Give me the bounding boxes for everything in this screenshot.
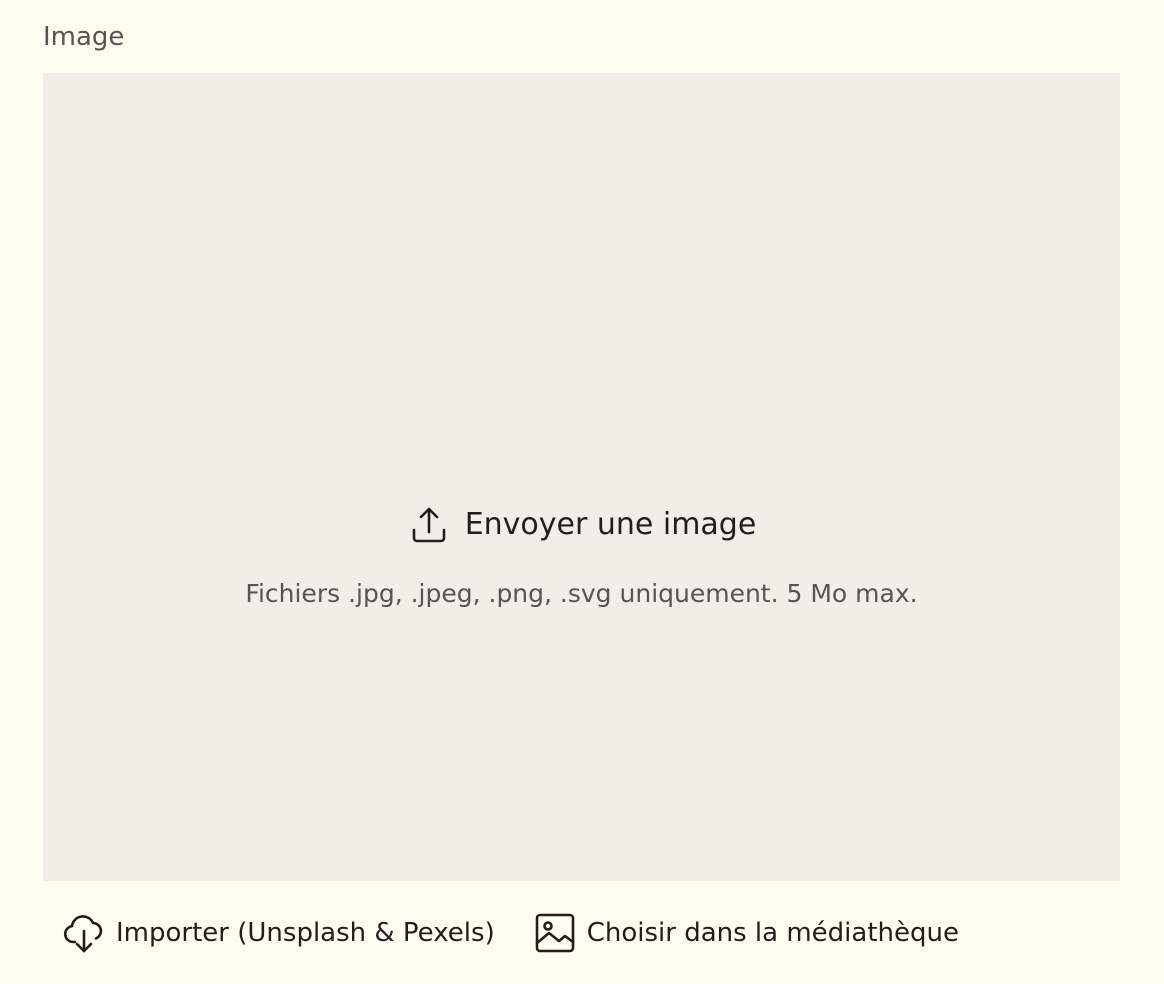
media-library-button[interactable]: Choisir dans la médiathèque xyxy=(533,911,959,955)
image-icon xyxy=(533,911,577,955)
cloud-download-icon xyxy=(62,911,106,955)
import-stock-button[interactable]: Importer (Unsplash & Pexels) xyxy=(62,911,495,955)
image-source-actions: Importer (Unsplash & Pexels) Choisir dan… xyxy=(62,910,959,956)
field-label: Image xyxy=(43,22,125,52)
upload-title: Envoyer une image xyxy=(464,507,757,542)
image-dropzone[interactable]: Envoyer une image Fichiers .jpg, .jpeg, … xyxy=(43,73,1120,881)
media-library-label: Choisir dans la médiathèque xyxy=(586,918,959,948)
upload-icon xyxy=(407,503,451,547)
import-stock-label: Importer (Unsplash & Pexels) xyxy=(116,918,495,948)
upload-image-button[interactable]: Envoyer une image xyxy=(43,503,1120,547)
upload-hint: Fichiers .jpg, .jpeg, .png, .svg uniquem… xyxy=(245,579,918,608)
